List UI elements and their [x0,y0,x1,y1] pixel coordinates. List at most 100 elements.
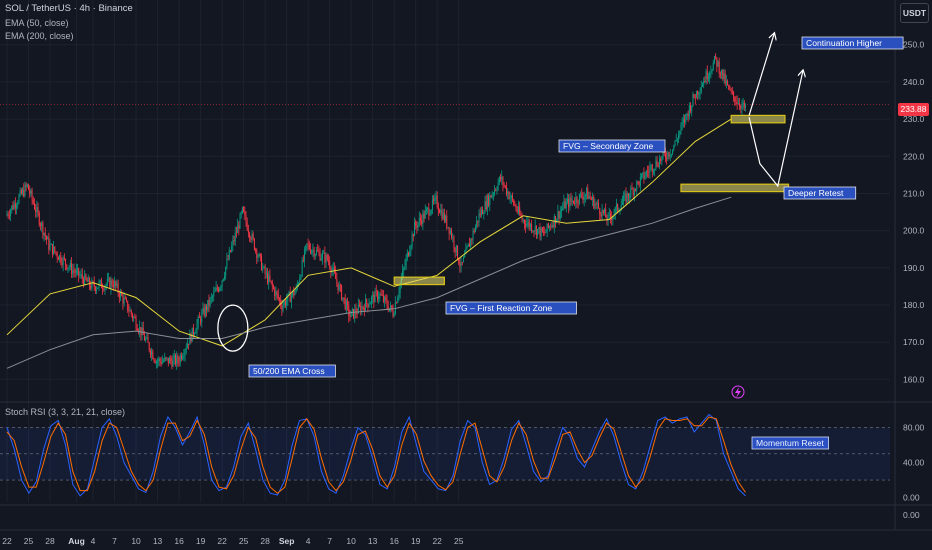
candle-body [284,301,286,306]
candle-body [8,215,10,217]
candle-body [62,257,64,266]
candle-body [338,285,340,291]
candle-body [693,94,695,98]
candle-body [198,316,200,318]
candle-body [326,254,328,261]
candle-body [375,290,377,292]
candle-body [390,305,392,309]
candle-body [123,298,125,304]
candle-body [159,358,161,362]
candle-body [459,263,461,267]
candle-body [333,267,335,273]
candle-body [676,139,678,141]
candle-body [7,214,9,216]
candle-body [688,105,690,117]
fvg-zone [680,183,790,193]
candle-body [719,73,721,75]
candle-body [633,189,635,196]
candle-body [541,227,543,232]
candle-body [737,103,739,105]
candle-body [171,360,173,367]
candle-body [706,71,708,80]
candle-body [131,314,133,319]
trading-chart[interactable]: 160.0170.0180.0190.0200.0210.0220.0230.0… [0,0,932,550]
candle-body [196,323,198,332]
candle-body [167,357,169,364]
candle-body [174,355,176,365]
candle-body [609,213,611,218]
candle-body [637,181,639,183]
stoch-rsi-legend[interactable]: Stoch RSI (3, 3, 21, 21, close) [5,407,125,417]
candle-body [66,264,68,270]
candle-body [448,227,450,234]
candle-body [261,256,263,271]
candle-body [476,220,478,227]
candle-body [341,285,343,300]
candle-body [45,236,47,240]
candle-body [598,203,600,209]
candle-body [231,245,233,252]
candle-body [67,267,69,270]
candle-body [648,171,650,173]
candle-body [584,194,586,197]
candle-body [183,355,185,357]
candle-body [661,156,663,161]
candle-body [246,222,248,231]
candle-body [615,204,617,208]
candle-body [274,288,276,296]
candle-body [208,300,210,306]
candle-body [87,277,89,282]
candle-body [742,102,744,105]
candle-body [179,355,181,363]
symbol-title[interactable]: SOL / TetherUS · 4h · Binance [5,3,133,14]
time-tick-label: 22 [2,536,12,546]
time-tick-label: 13 [153,536,163,546]
currency-button[interactable]: USDT [900,3,929,23]
candle-body [462,257,464,263]
price-tick-label: 160.0 [903,374,925,384]
candle-body [286,300,288,306]
candle-body [370,297,372,303]
candle-body [679,131,681,135]
candle-body [643,172,645,179]
candle-body [272,286,274,289]
candle-body [188,343,190,345]
candle-body [256,249,258,258]
candle-body [596,203,598,204]
candle-body [710,71,712,73]
price-tick-label: 250.0 [903,40,925,50]
candle-body [559,211,561,219]
time-tick-label: 7 [112,536,117,546]
candle-body [704,81,706,83]
candle-body [614,207,616,214]
candle-body [355,309,357,314]
candle-body [277,293,279,299]
candle-body [535,226,537,236]
candle-body [498,177,500,183]
candle-body [105,284,107,287]
ema50-legend[interactable]: EMA (50, close) [5,18,69,28]
candle-body [415,221,417,226]
candle-body [247,230,249,233]
candle-body [127,300,129,311]
candle-body [290,295,292,303]
candle-body [544,232,546,233]
candle-body [403,267,405,271]
candle-body [488,196,490,206]
candle-body [109,278,111,289]
candle-body [72,269,74,274]
candle-body [301,259,303,276]
candle-body [304,249,306,261]
candle-body [108,278,110,280]
candle-body [429,213,431,216]
candle-body [666,157,668,159]
candle-body [267,272,269,284]
ema200-legend[interactable]: EMA (200, close) [5,31,74,41]
candle-body [692,94,694,106]
candle-body [142,327,144,335]
candle-body [722,69,724,79]
candle-body [674,140,676,146]
time-tick-label: 25 [454,536,464,546]
candle-body [318,251,320,253]
stoch-tick-label: 0.00 [903,493,920,503]
